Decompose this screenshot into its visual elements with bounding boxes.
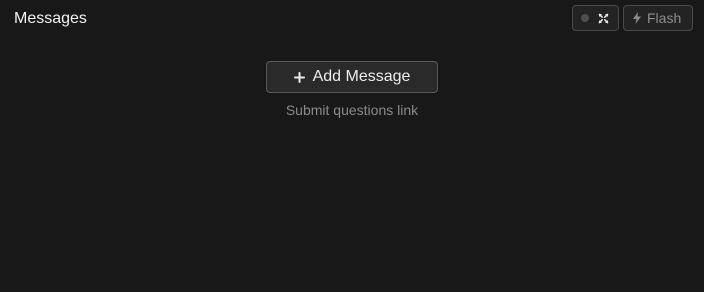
add-message-label: Add Message	[312, 68, 411, 85]
fullscreen-toggle-button[interactable]	[572, 5, 619, 31]
top-controls: Flash	[572, 5, 693, 31]
add-message-button[interactable]: Add Message	[266, 61, 438, 93]
plus-icon	[293, 71, 305, 83]
submit-questions-link[interactable]: Submit questions link	[286, 102, 418, 118]
panel-title: Messages	[14, 10, 87, 27]
flash-button-label: Flash	[647, 10, 682, 26]
flash-button[interactable]: Flash	[623, 5, 693, 31]
lightning-bolt-icon	[633, 12, 641, 24]
empty-state: Add Message Submit questions link	[0, 61, 704, 118]
status-dot-icon	[581, 14, 589, 22]
expand-icon	[598, 13, 609, 23]
messages-panel: Messages Flash Add Message Submit questi…	[0, 0, 704, 292]
